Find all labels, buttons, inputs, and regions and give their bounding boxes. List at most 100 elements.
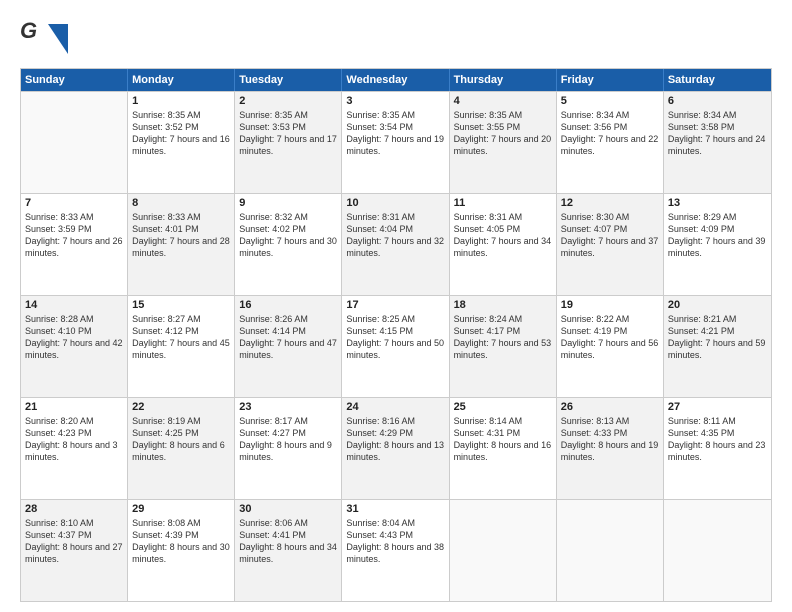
day-header-saturday: Saturday bbox=[664, 69, 771, 91]
cal-cell: 29Sunrise: 8:08 AMSunset: 4:39 PMDayligh… bbox=[128, 500, 235, 601]
sunset-text: Sunset: 4:19 PM bbox=[561, 325, 659, 337]
sunset-text: Sunset: 4:41 PM bbox=[239, 529, 337, 541]
sunset-text: Sunset: 4:21 PM bbox=[668, 325, 767, 337]
day-number: 19 bbox=[561, 299, 659, 311]
daylight-text: Daylight: 7 hours and 37 minutes. bbox=[561, 235, 659, 259]
cal-cell: 1Sunrise: 8:35 AMSunset: 3:52 PMDaylight… bbox=[128, 92, 235, 193]
day-number: 18 bbox=[454, 299, 552, 311]
cal-cell: 13Sunrise: 8:29 AMSunset: 4:09 PMDayligh… bbox=[664, 194, 771, 295]
cal-cell: 16Sunrise: 8:26 AMSunset: 4:14 PMDayligh… bbox=[235, 296, 342, 397]
sunset-text: Sunset: 3:53 PM bbox=[239, 121, 337, 133]
sunset-text: Sunset: 4:43 PM bbox=[346, 529, 444, 541]
daylight-text: Daylight: 7 hours and 19 minutes. bbox=[346, 133, 444, 157]
sunset-text: Sunset: 4:37 PM bbox=[25, 529, 123, 541]
cal-cell bbox=[664, 500, 771, 601]
daylight-text: Daylight: 7 hours and 24 minutes. bbox=[668, 133, 767, 157]
sunrise-text: Sunrise: 8:11 AM bbox=[668, 415, 767, 427]
cal-cell: 2Sunrise: 8:35 AMSunset: 3:53 PMDaylight… bbox=[235, 92, 342, 193]
sunrise-text: Sunrise: 8:31 AM bbox=[454, 211, 552, 223]
cal-cell: 19Sunrise: 8:22 AMSunset: 4:19 PMDayligh… bbox=[557, 296, 664, 397]
sunset-text: Sunset: 4:25 PM bbox=[132, 427, 230, 439]
sunrise-text: Sunrise: 8:14 AM bbox=[454, 415, 552, 427]
sunrise-text: Sunrise: 8:31 AM bbox=[346, 211, 444, 223]
sunrise-text: Sunrise: 8:20 AM bbox=[25, 415, 123, 427]
cal-cell: 9Sunrise: 8:32 AMSunset: 4:02 PMDaylight… bbox=[235, 194, 342, 295]
day-number: 31 bbox=[346, 503, 444, 515]
sunrise-text: Sunrise: 8:29 AM bbox=[668, 211, 767, 223]
sunrise-text: Sunrise: 8:35 AM bbox=[346, 109, 444, 121]
day-number: 21 bbox=[25, 401, 123, 413]
day-header-tuesday: Tuesday bbox=[235, 69, 342, 91]
day-number: 23 bbox=[239, 401, 337, 413]
day-header-wednesday: Wednesday bbox=[342, 69, 449, 91]
cal-cell: 17Sunrise: 8:25 AMSunset: 4:15 PMDayligh… bbox=[342, 296, 449, 397]
day-number: 1 bbox=[132, 95, 230, 107]
cal-cell: 8Sunrise: 8:33 AMSunset: 4:01 PMDaylight… bbox=[128, 194, 235, 295]
cal-cell: 27Sunrise: 8:11 AMSunset: 4:35 PMDayligh… bbox=[664, 398, 771, 499]
calendar-body: 1Sunrise: 8:35 AMSunset: 3:52 PMDaylight… bbox=[21, 91, 771, 601]
day-number: 15 bbox=[132, 299, 230, 311]
sunset-text: Sunset: 3:58 PM bbox=[668, 121, 767, 133]
day-number: 4 bbox=[454, 95, 552, 107]
sunset-text: Sunset: 4:27 PM bbox=[239, 427, 337, 439]
sunset-text: Sunset: 4:02 PM bbox=[239, 223, 337, 235]
cal-cell: 21Sunrise: 8:20 AMSunset: 4:23 PMDayligh… bbox=[21, 398, 128, 499]
sunset-text: Sunset: 3:54 PM bbox=[346, 121, 444, 133]
sunset-text: Sunset: 4:01 PM bbox=[132, 223, 230, 235]
day-number: 2 bbox=[239, 95, 337, 107]
day-number: 26 bbox=[561, 401, 659, 413]
daylight-text: Daylight: 8 hours and 9 minutes. bbox=[239, 439, 337, 463]
daylight-text: Daylight: 7 hours and 26 minutes. bbox=[25, 235, 123, 259]
sunrise-text: Sunrise: 8:10 AM bbox=[25, 517, 123, 529]
cal-cell: 25Sunrise: 8:14 AMSunset: 4:31 PMDayligh… bbox=[450, 398, 557, 499]
day-header-friday: Friday bbox=[557, 69, 664, 91]
sunset-text: Sunset: 4:15 PM bbox=[346, 325, 444, 337]
sunset-text: Sunset: 4:09 PM bbox=[668, 223, 767, 235]
sunrise-text: Sunrise: 8:27 AM bbox=[132, 313, 230, 325]
sunrise-text: Sunrise: 8:32 AM bbox=[239, 211, 337, 223]
daylight-text: Daylight: 7 hours and 56 minutes. bbox=[561, 337, 659, 361]
cal-cell: 14Sunrise: 8:28 AMSunset: 4:10 PMDayligh… bbox=[21, 296, 128, 397]
day-number: 29 bbox=[132, 503, 230, 515]
logo: G bbox=[20, 16, 72, 58]
cal-cell: 12Sunrise: 8:30 AMSunset: 4:07 PMDayligh… bbox=[557, 194, 664, 295]
day-number: 14 bbox=[25, 299, 123, 311]
daylight-text: Daylight: 8 hours and 27 minutes. bbox=[25, 541, 123, 565]
daylight-text: Daylight: 8 hours and 13 minutes. bbox=[346, 439, 444, 463]
sunset-text: Sunset: 4:07 PM bbox=[561, 223, 659, 235]
daylight-text: Daylight: 7 hours and 45 minutes. bbox=[132, 337, 230, 361]
sunset-text: Sunset: 4:29 PM bbox=[346, 427, 444, 439]
daylight-text: Daylight: 7 hours and 30 minutes. bbox=[239, 235, 337, 259]
day-number: 7 bbox=[25, 197, 123, 209]
day-number: 13 bbox=[668, 197, 767, 209]
daylight-text: Daylight: 7 hours and 50 minutes. bbox=[346, 337, 444, 361]
cal-cell: 22Sunrise: 8:19 AMSunset: 4:25 PMDayligh… bbox=[128, 398, 235, 499]
cal-cell: 20Sunrise: 8:21 AMSunset: 4:21 PMDayligh… bbox=[664, 296, 771, 397]
sunrise-text: Sunrise: 8:04 AM bbox=[346, 517, 444, 529]
sunrise-text: Sunrise: 8:30 AM bbox=[561, 211, 659, 223]
logo-icon: G bbox=[20, 16, 68, 58]
day-number: 30 bbox=[239, 503, 337, 515]
daylight-text: Daylight: 7 hours and 20 minutes. bbox=[454, 133, 552, 157]
day-number: 20 bbox=[668, 299, 767, 311]
cal-cell: 10Sunrise: 8:31 AMSunset: 4:04 PMDayligh… bbox=[342, 194, 449, 295]
cal-cell: 4Sunrise: 8:35 AMSunset: 3:55 PMDaylight… bbox=[450, 92, 557, 193]
sunrise-text: Sunrise: 8:26 AM bbox=[239, 313, 337, 325]
day-header-thursday: Thursday bbox=[450, 69, 557, 91]
sunrise-text: Sunrise: 8:06 AM bbox=[239, 517, 337, 529]
sunrise-text: Sunrise: 8:13 AM bbox=[561, 415, 659, 427]
daylight-text: Daylight: 7 hours and 59 minutes. bbox=[668, 337, 767, 361]
sunset-text: Sunset: 4:39 PM bbox=[132, 529, 230, 541]
sunset-text: Sunset: 4:14 PM bbox=[239, 325, 337, 337]
daylight-text: Daylight: 8 hours and 30 minutes. bbox=[132, 541, 230, 565]
cal-cell: 3Sunrise: 8:35 AMSunset: 3:54 PMDaylight… bbox=[342, 92, 449, 193]
page: G SundayMondayTuesdayWednesdayThursdayFr… bbox=[0, 0, 792, 612]
cal-cell: 23Sunrise: 8:17 AMSunset: 4:27 PMDayligh… bbox=[235, 398, 342, 499]
day-number: 27 bbox=[668, 401, 767, 413]
day-number: 22 bbox=[132, 401, 230, 413]
header: G bbox=[20, 16, 772, 58]
day-number: 11 bbox=[454, 197, 552, 209]
svg-text:G: G bbox=[20, 18, 37, 43]
sunrise-text: Sunrise: 8:16 AM bbox=[346, 415, 444, 427]
daylight-text: Daylight: 7 hours and 42 minutes. bbox=[25, 337, 123, 361]
